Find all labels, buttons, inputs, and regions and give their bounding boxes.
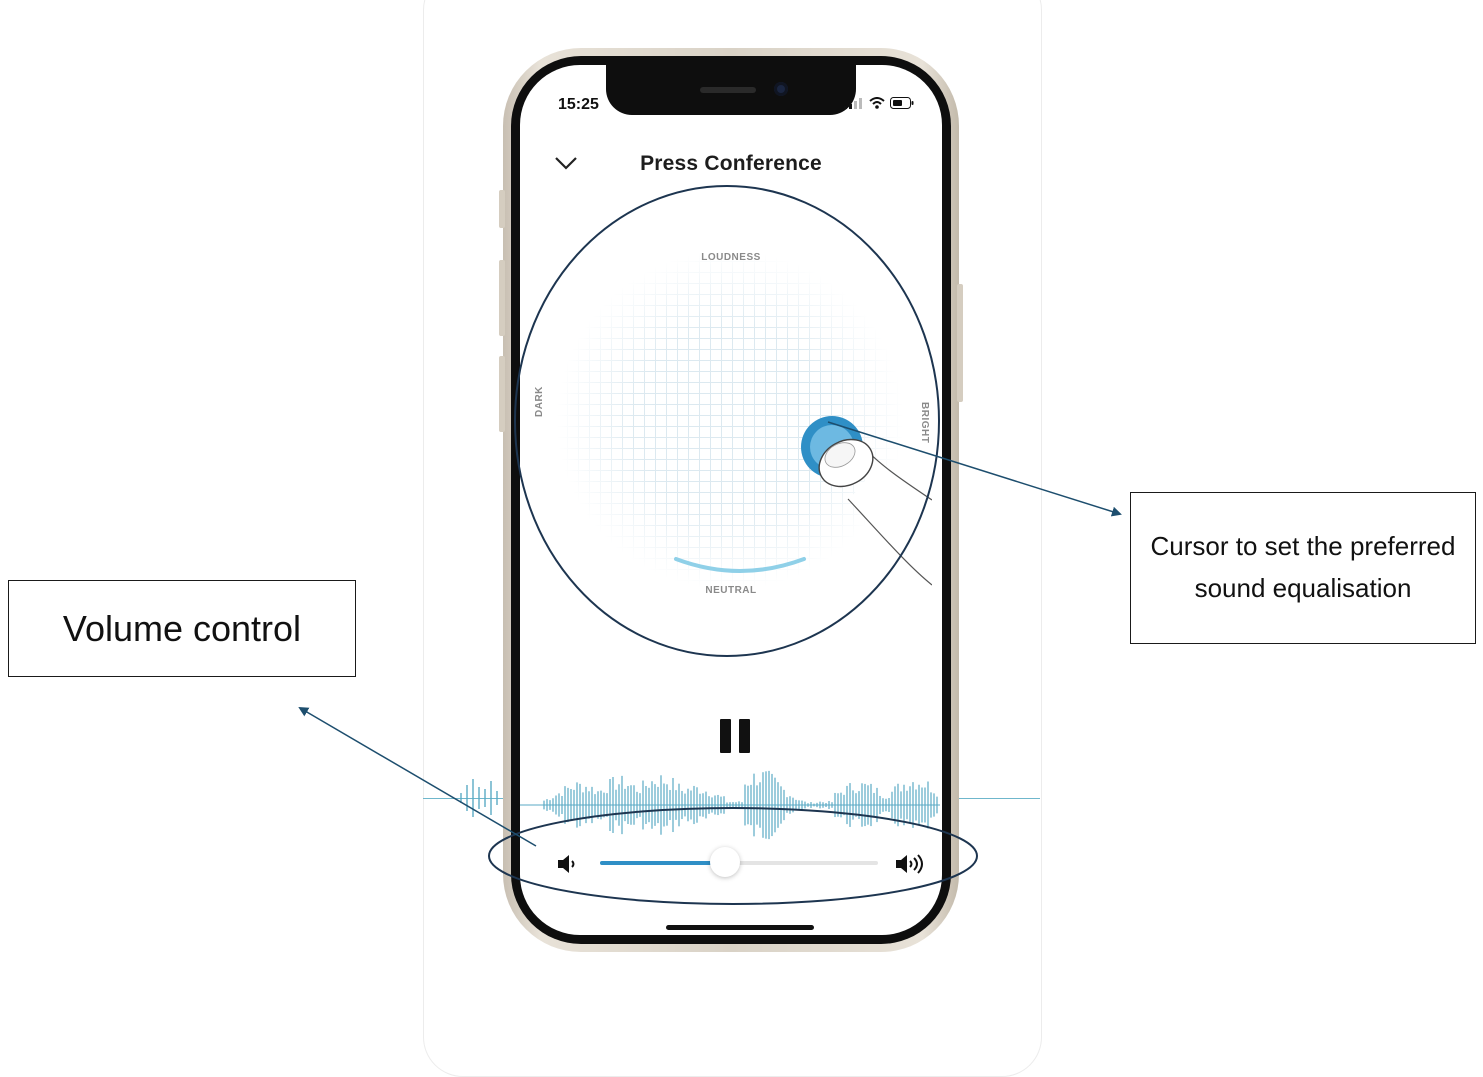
phone-frame: 15:25 Press Conference LOUDNESS NEUTRAL … [499, 48, 963, 952]
pause-bar-right [739, 719, 750, 753]
volume-high-icon[interactable] [894, 853, 926, 875]
status-icons [844, 97, 914, 109]
wifi-icon [869, 97, 885, 109]
battery-icon [890, 97, 914, 109]
volume-control-callout: Volume control [8, 580, 356, 677]
page-title: Press Conference [640, 152, 822, 175]
label-dark: DARK [534, 386, 545, 417]
mute-switch [499, 190, 505, 228]
pause-button[interactable] [720, 719, 752, 753]
notch [606, 65, 856, 115]
phone-bezel: 15:25 Press Conference LOUDNESS NEUTRAL … [511, 56, 951, 944]
power-button [957, 284, 963, 402]
front-camera [774, 82, 788, 96]
neutral-arc [674, 557, 806, 573]
volume-up-button [499, 260, 505, 336]
label-loudness: LOUDNESS [701, 252, 761, 263]
cursor-callout: Cursor to set the preferred sound equali… [1130, 492, 1476, 644]
signal-icon [844, 98, 862, 109]
waveform-baseline-right [953, 798, 1040, 799]
volume-low-icon[interactable] [556, 853, 580, 875]
home-indicator [666, 925, 814, 930]
volume-down-button [499, 356, 505, 432]
status-time: 15:25 [558, 96, 599, 113]
earpiece-speaker [700, 87, 756, 93]
phone-screen: 15:25 Press Conference LOUDNESS NEUTRAL … [520, 65, 942, 935]
pause-bar-left [720, 719, 731, 753]
audio-waveform [520, 770, 940, 840]
eq-cursor-finger[interactable] [792, 405, 932, 605]
volume-slider-thumb[interactable] [710, 847, 741, 877]
volume-track-fill [600, 861, 726, 865]
waveform-outside-segment [460, 779, 498, 817]
